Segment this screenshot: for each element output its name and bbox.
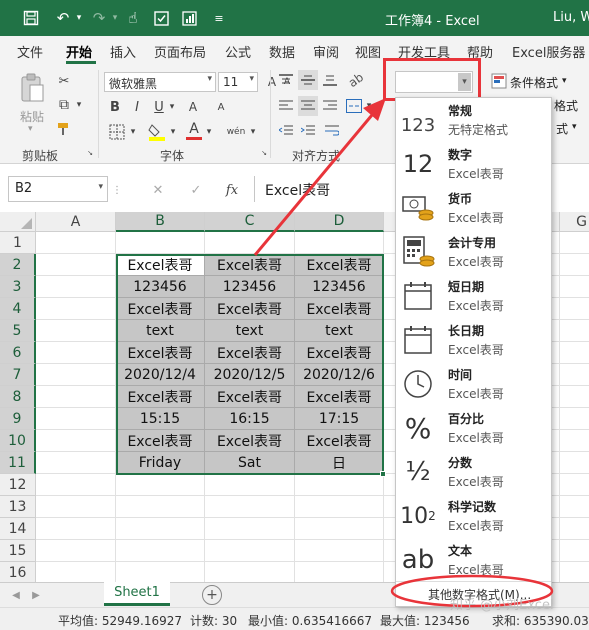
status-average: 平均值: 52949.16927 (58, 614, 183, 628)
number-format-item[interactable]: 123 常规无特定格式 (396, 98, 551, 142)
number-format-item[interactable]: 10 2 科学记数 Excel表哥 (396, 494, 551, 538)
number-format-item[interactable]: 会计专用 Excel表哥 (396, 230, 551, 274)
number-format-item[interactable]: 短日期 Excel表哥 (396, 274, 551, 318)
sheet-tab[interactable]: Sheet1 (104, 582, 170, 606)
format-sample: Excel表哥 (448, 387, 504, 401)
number-format-item[interactable]: 时间 Excel表哥 (396, 362, 551, 406)
add-sheet-icon[interactable]: + (202, 585, 222, 605)
number-format-dropdown: 123 常规 无特定格式 12 数字 Excel表哥 货币 Excel表哥 会计专用 Excel表… (395, 97, 552, 607)
format-name: 科学记数 (448, 500, 497, 514)
format-name: 文本 (448, 544, 473, 558)
format-name: 常规 (448, 104, 473, 118)
format-name: 会计专用 (448, 236, 497, 250)
format-sample: Excel表哥 (448, 475, 504, 489)
number-format-item[interactable]: % 百分比 Excel表哥 (396, 406, 551, 450)
watermark: 知乎 @小刘Excel (450, 598, 554, 613)
format-sample: 无特定格式 (448, 123, 509, 137)
format-name: 货币 (448, 192, 473, 206)
time-icon (400, 366, 436, 402)
format-sample: Excel表哥 (448, 519, 504, 533)
short-date-icon (400, 278, 436, 314)
format-name: 百分比 (448, 412, 485, 426)
scientific-icon: 10 2 (400, 503, 436, 529)
status-min: 最小值: 0.635416667 (248, 614, 373, 628)
format-sample: Excel表哥 (448, 431, 504, 445)
format-name: 时间 (448, 368, 473, 382)
prev-sheet-icon[interactable]: ◀ (8, 586, 24, 604)
format-name: 分数 (448, 456, 473, 470)
status-max: 最大值: 123456 (380, 614, 470, 628)
fraction-icon: ½ (405, 457, 431, 487)
annotation-arrow-shaft (253, 114, 374, 256)
next-sheet-icon[interactable]: ▶ (28, 586, 44, 604)
format-name: 短日期 (448, 280, 485, 294)
format-name: 长日期 (448, 324, 485, 338)
annotation-arrow-head (363, 98, 386, 121)
status-count: 计数: 30 (190, 614, 238, 628)
number-icon: 12 (402, 150, 434, 178)
number-format-item[interactable]: 货币 Excel表哥 (396, 186, 551, 230)
format-sample: Excel表哥 (448, 343, 504, 357)
format-name: 数字 (448, 148, 473, 162)
format-sample: Excel表哥 (448, 299, 504, 313)
accounting-icon (400, 234, 436, 270)
format-sample: Excel表哥 (448, 167, 504, 181)
general-icon: 123 (400, 115, 436, 136)
number-format-item[interactable]: 12 数字 Excel表哥 (396, 142, 551, 186)
status-sum: 求和: 635390.0313 (492, 614, 589, 628)
number-format-item[interactable]: ½ 分数 Excel表哥 (396, 450, 551, 494)
number-format-item[interactable]: 长日期 Excel表哥 (396, 318, 551, 362)
format-sample: Excel表哥 (448, 255, 504, 269)
format-sample: Excel表哥 (448, 211, 504, 225)
percent-icon: % (404, 411, 432, 445)
long-date-icon (400, 322, 436, 358)
currency-icon (400, 190, 436, 226)
